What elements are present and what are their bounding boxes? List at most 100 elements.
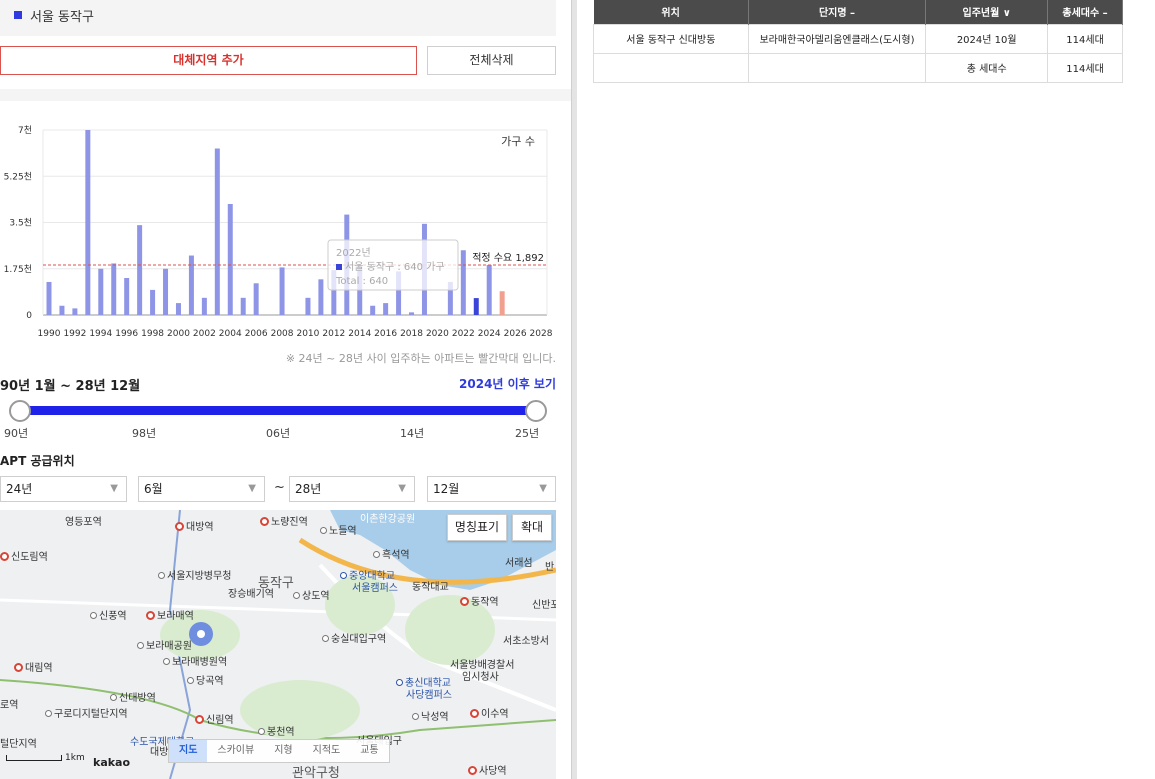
chevron-down-icon: ▼ — [110, 483, 118, 494]
map-label: 사당캠퍼스 — [406, 690, 452, 701]
y-tick-label: 1.75천 — [4, 264, 32, 275]
col-move-in-date[interactable]: 입주년월 ∨ — [925, 0, 1049, 24]
chart-bar-1994 — [98, 268, 104, 315]
map-tab-terrain[interactable]: 지형 — [264, 740, 302, 762]
chart-bar-2001 — [188, 255, 194, 315]
right-panel: 위치 단지명 – 입주년월 ∨ 총세대수 – 서울 동작구 신대방동 보라매한국… — [577, 0, 1155, 779]
end-year-select[interactable]: 28년 ▼ — [289, 476, 415, 502]
subway-station-icon — [470, 709, 479, 718]
map-label: 서래섬 — [505, 558, 533, 569]
apt-supply-label: APT 공급위치 — [0, 454, 75, 468]
subway-station-icon — [14, 663, 23, 672]
map-label: 서초소방서 — [503, 636, 549, 647]
x-tick-label: 2024 — [478, 329, 501, 339]
map-point-icon — [110, 694, 117, 701]
map-tab-map[interactable]: 지도 — [169, 740, 208, 762]
end-month-value: 12월 — [433, 482, 460, 496]
x-tick-label: 2008 — [271, 329, 294, 339]
map-label: 서울지방병무청 — [158, 567, 231, 582]
y-tick-label: 0 — [26, 311, 32, 321]
chevron-down-icon: ▼ — [398, 483, 406, 494]
x-tick-label: 2018 — [400, 329, 423, 339]
table-row[interactable]: 서울 동작구 신대방동 보라매한국아델리움엔클래스(도시형) 2024년 10월… — [593, 23, 1123, 54]
period-slider-start-handle[interactable] — [9, 400, 31, 422]
period-tick: 90년 — [4, 427, 29, 440]
map-label: 신풍역 — [90, 607, 127, 622]
map-point-icon — [258, 728, 265, 735]
chart-bar-1993 — [85, 130, 91, 315]
map-tab-skyview[interactable]: 스카이뷰 — [207, 740, 264, 762]
map-point-icon — [293, 592, 300, 599]
period-slider-track[interactable] — [20, 406, 536, 415]
x-tick-label: 2002 — [193, 329, 216, 339]
col-complex-name[interactable]: 단지명 – — [748, 0, 927, 24]
map-label: 봉천역 — [258, 723, 295, 738]
after-2024-link[interactable]: 2024년 이후 보기 — [459, 375, 556, 392]
map-point-icon — [45, 710, 52, 717]
table-cell: 서울 동작구 신대방동 — [593, 23, 749, 54]
x-tick-label: 2016 — [374, 329, 397, 339]
map-point-icon — [322, 635, 329, 642]
map-label: 대방 — [150, 747, 169, 758]
chart-bar-1995 — [111, 263, 117, 315]
map-label: 반 — [545, 562, 555, 573]
chart-bar-2006 — [253, 283, 259, 315]
map-label: 사당역 — [468, 762, 507, 777]
kakao-logo: kakao — [93, 756, 131, 769]
chart-bar-1998 — [150, 289, 156, 315]
map-label: 이촌한강공원 — [360, 514, 416, 525]
subway-station-icon — [195, 715, 204, 724]
period-tick: 06년 — [266, 427, 291, 440]
end-month-select[interactable]: 12월 ▼ — [427, 476, 556, 502]
x-tick-label: 2004 — [219, 329, 242, 339]
delete-all-button[interactable]: 전체삭제 — [427, 46, 556, 75]
x-tick-label: 2006 — [245, 329, 268, 339]
map-zoom-button[interactable]: 확대 — [512, 514, 552, 541]
subway-station-icon — [175, 522, 184, 531]
chart-bar-2018 — [409, 312, 415, 315]
reference-line-label: 적정 수요 1,892 — [472, 252, 544, 264]
chart-bar-2005 — [240, 297, 246, 315]
chart-bar-2024 — [486, 264, 492, 315]
chart-bar-2010 — [305, 297, 311, 315]
col-location[interactable]: 위치 — [593, 0, 749, 24]
map-label: 서울캠퍼스 — [352, 583, 398, 594]
table-header-row: 위치 단지명 – 입주년월 ∨ 총세대수 – — [593, 0, 1123, 24]
map-label: 털단지역 — [0, 739, 37, 750]
chart-bar-1990 — [46, 281, 52, 315]
start-month-select[interactable]: 6월 ▼ — [138, 476, 265, 502]
region-chip[interactable]: 서울 동작구 — [0, 0, 556, 36]
map-label: 신대방역 — [110, 689, 156, 704]
table-cell: 보라매한국아델리움엔클래스(도시형) — [747, 23, 927, 54]
chart-bar-1997 — [137, 225, 143, 315]
map-label: 노량진역 — [260, 513, 308, 528]
university-icon — [340, 572, 347, 579]
table-cell — [593, 52, 749, 83]
chart-bar-1999 — [163, 268, 169, 315]
map-tab-cadastral[interactable]: 지적도 — [303, 740, 351, 762]
x-tick-label: 1990 — [38, 329, 61, 339]
map-label: 신림역 — [195, 711, 234, 726]
start-month-value: 6월 — [144, 482, 163, 496]
map-label: 노들역 — [320, 522, 357, 537]
x-tick-label: 2014 — [348, 329, 371, 339]
map-names-button[interactable]: 명칭표기 — [447, 514, 507, 541]
map-label: 신도림역 — [0, 548, 48, 563]
col-total-units[interactable]: 총세대수 – — [1047, 0, 1123, 24]
households-chart: 0 1.75천 3.5천 5.25천 7천 1990 1992 1994 1996 1998 200… — [0, 112, 560, 342]
x-tick-label: 1998 — [141, 329, 164, 339]
map-label: 낙성역 — [412, 708, 449, 723]
chart-note: ※ 24년 ~ 28년 사이 입주하는 아파트는 빨간막대 입니다. — [285, 352, 556, 365]
map-point-icon — [163, 658, 170, 665]
y-tick-label: 3.5천 — [9, 218, 32, 229]
x-tick-label: 2022 — [452, 329, 475, 339]
start-year-select[interactable]: 24년 ▼ — [0, 476, 127, 502]
map-tab-traffic[interactable]: 교통 — [350, 740, 388, 762]
chart-legend-label: 가구 수 — [501, 135, 535, 148]
add-alt-region-button[interactable]: 대체지역 추가 — [0, 46, 417, 75]
x-tick-label: 2028 — [530, 329, 553, 339]
chart-bar-1996 — [124, 278, 130, 315]
range-separator: ~ — [274, 480, 285, 495]
subway-station-icon — [146, 611, 155, 620]
period-slider-end-handle[interactable] — [525, 400, 547, 422]
